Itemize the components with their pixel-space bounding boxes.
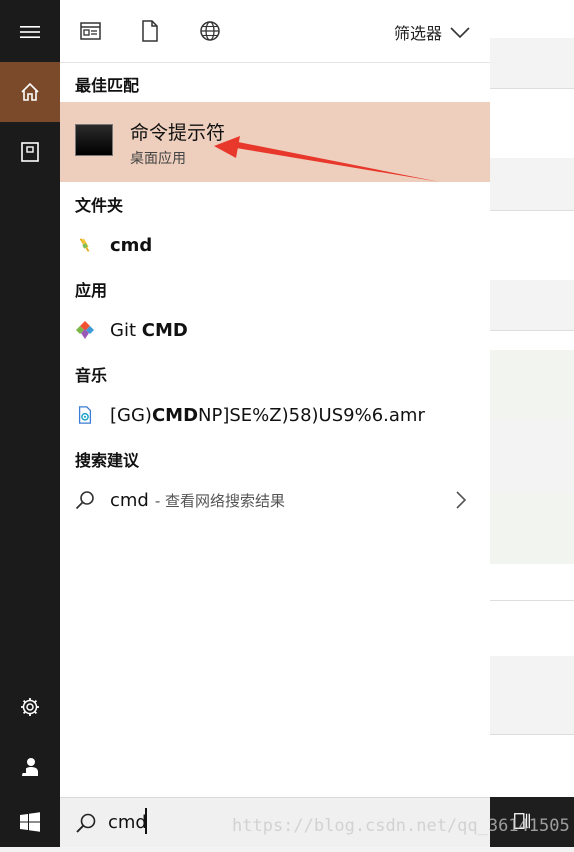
user-button[interactable] [0, 737, 60, 797]
git-icon [75, 320, 95, 340]
home-icon [21, 82, 39, 101]
background-window [490, 0, 574, 797]
settings-button[interactable] [0, 677, 60, 737]
task-view-icon[interactable] [512, 811, 532, 831]
suggestion-query: cmd [110, 489, 149, 511]
music-result-item[interactable]: [GG)CMDNP]SE%Z)58)US9%6.amr [60, 395, 490, 435]
suggestion-hint: - 查看网络搜索结果 [154, 491, 286, 510]
search-input[interactable] [108, 808, 468, 836]
chevron-right-icon[interactable] [454, 490, 468, 510]
folder-icon [75, 235, 95, 255]
search-topbar: 筛选器 [60, 0, 490, 63]
text-caret [145, 808, 147, 834]
globe-icon[interactable] [197, 18, 223, 44]
hamburger-button[interactable] [0, 2, 60, 62]
taskbar [490, 797, 574, 847]
windows-logo-icon [20, 812, 40, 832]
chevron-down-icon [450, 27, 470, 39]
search-box[interactable] [60, 797, 490, 847]
music-result-prefix: [GG) [110, 404, 152, 426]
documents-button[interactable] [0, 122, 60, 182]
settings-icon [21, 698, 39, 716]
filter-label: 筛选器 [393, 24, 442, 43]
section-best-match: 最佳匹配 [75, 76, 140, 95]
app-result-item[interactable]: Git CMD [60, 310, 490, 350]
best-match-subtitle: 桌面应用 [130, 151, 186, 167]
filter-dropdown[interactable]: 筛选器 [394, 20, 470, 44]
music-result-suffix: NP]SE%Z)58)US9%6.amr [198, 404, 425, 426]
folder-result-name: cmd [110, 234, 153, 256]
search-icon [76, 813, 96, 833]
start-button[interactable] [0, 792, 60, 852]
section-suggestions: 搜索建议 [75, 451, 140, 470]
start-left-rail [0, 0, 60, 847]
search-results-panel: 筛选器 最佳匹配 命令提示符 桌面应用 文件夹 cmd 应用 Git CMD 音… [60, 0, 490, 797]
user-icon [21, 758, 38, 776]
search-icon [75, 490, 95, 510]
command-prompt-icon [75, 124, 113, 156]
section-apps: 应用 [75, 281, 108, 300]
folder-result-item[interactable]: cmd [60, 225, 490, 265]
section-folders: 文件夹 [75, 196, 124, 215]
best-match-title: 命令提示符 [130, 122, 226, 144]
home-button[interactable] [0, 62, 60, 122]
music-file-icon [75, 405, 95, 425]
timeline-icon[interactable] [78, 18, 104, 44]
app-result-prefix: Git [110, 319, 142, 341]
hamburger-icon [20, 26, 40, 38]
section-music: 音乐 [75, 366, 108, 385]
web-suggestion-item[interactable]: cmd - 查看网络搜索结果 [60, 480, 490, 520]
app-result-bold: CMD [141, 319, 188, 341]
best-match-item[interactable]: 命令提示符 桌面应用 [60, 102, 490, 182]
file-icon[interactable] [137, 18, 163, 44]
music-result-bold: CMD [151, 404, 199, 426]
document-icon [21, 142, 39, 162]
